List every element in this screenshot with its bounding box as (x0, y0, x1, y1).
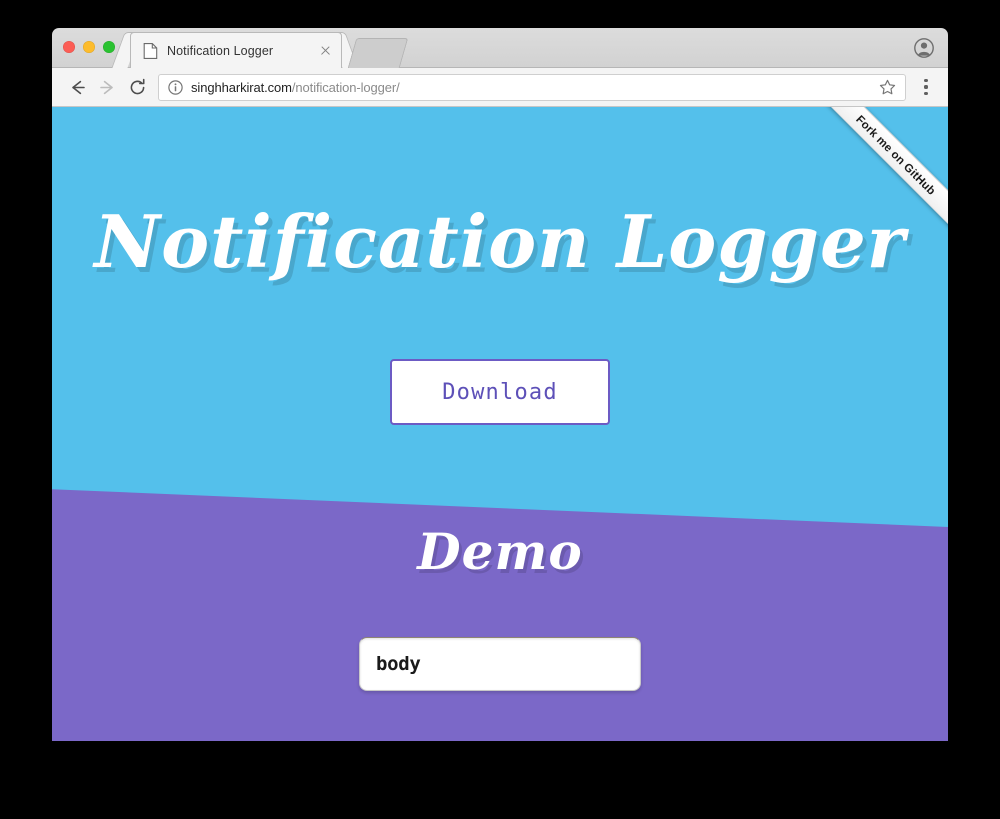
profile-avatar-icon[interactable] (914, 38, 934, 58)
new-tab-stub[interactable] (347, 38, 409, 68)
url-domain: singhharkirat.com (191, 79, 292, 95)
browser-tab-title: Notification Logger (167, 43, 274, 58)
three-dot-menu-icon[interactable] (914, 74, 938, 100)
forward-arrow-icon (92, 72, 122, 102)
address-bar[interactable]: singhharkirat.com/notification-logger/ (158, 73, 906, 101)
back-arrow-icon[interactable] (62, 72, 92, 102)
close-icon[interactable] (317, 43, 333, 59)
browser-window: Notification Logger singhharkirat.com/no… (52, 28, 948, 742)
body-input[interactable] (359, 637, 641, 691)
page-icon (143, 42, 158, 59)
page-viewport: Fork me on GitHub Notification Logger Do… (52, 107, 948, 741)
address-bar-url: singhharkirat.com/notification-logger/ (191, 80, 873, 95)
browser-tab-notification-logger[interactable]: Notification Logger (130, 32, 342, 68)
info-circle-icon[interactable] (168, 79, 183, 95)
star-bookmark-icon[interactable] (879, 79, 896, 96)
window-minimize-button[interactable] (83, 41, 95, 53)
demo-section-title: Demo (417, 522, 583, 581)
url-path: /notification-logger/ (291, 79, 400, 95)
browser-tab-strip: Notification Logger (52, 28, 948, 68)
window-traffic-lights (63, 41, 115, 53)
window-close-button[interactable] (63, 41, 75, 53)
reload-icon[interactable] (122, 72, 152, 102)
window-maximize-button[interactable] (103, 41, 115, 53)
fork-me-on-github-label: Fork me on GitHub (809, 107, 948, 242)
download-button[interactable]: Download (390, 359, 610, 425)
browser-toolbar: singhharkirat.com/notification-logger/ (52, 68, 948, 107)
fork-me-on-github-ribbon[interactable]: Fork me on GitHub (798, 107, 948, 257)
